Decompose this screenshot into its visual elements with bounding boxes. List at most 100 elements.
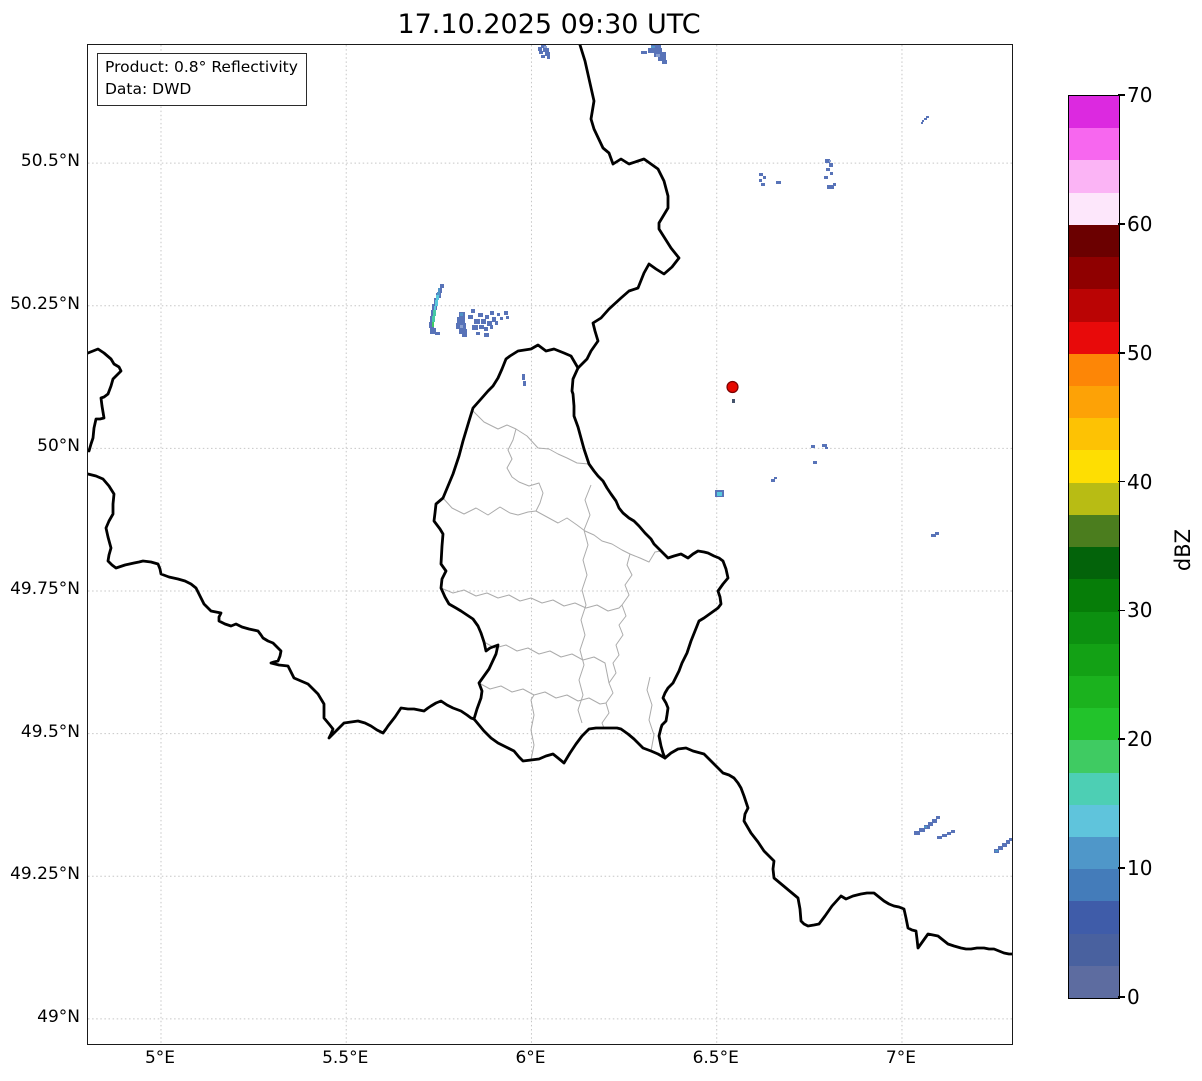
radar-echo-cell <box>937 836 942 839</box>
border-france-belgium-bulge <box>88 347 123 453</box>
radar-echo-cell <box>947 832 951 835</box>
radar-echo-cell <box>656 54 660 57</box>
y-tick-label: 50°N <box>37 436 80 457</box>
colorbar-segment <box>1069 933 1119 966</box>
colorbar-segment <box>1069 804 1119 838</box>
x-tick-label: 5.5°E <box>322 1048 369 1068</box>
echo-slate <box>429 45 1012 853</box>
radar-echo-cell <box>460 313 463 316</box>
colorbar-tick-mark <box>1118 996 1125 998</box>
radar-echo-cell <box>1009 838 1012 841</box>
radar-echo-cell <box>472 325 478 330</box>
radar-echo-cell <box>763 176 766 179</box>
radar-echo-cell <box>717 492 722 496</box>
radar-echo-cell <box>822 444 827 447</box>
colorbar-segment <box>1069 611 1119 644</box>
colorbar-segment <box>1069 385 1119 419</box>
y-tick-label: 49.25°N <box>10 864 80 885</box>
colorbar <box>1068 95 1120 999</box>
radar-echo-cell <box>544 46 547 48</box>
canton-borders <box>440 410 662 761</box>
radar-echo-cell <box>440 284 444 288</box>
radar-map-canvas <box>88 45 1012 1044</box>
map-plot-area: Product: 0.8° Reflectivity Data: DWD <box>87 44 1013 1045</box>
region-border <box>506 428 544 512</box>
region-border <box>442 497 537 516</box>
echo-lightslate <box>460 46 831 328</box>
radar-echo-cell <box>481 319 486 324</box>
colorbar-segment <box>1069 740 1119 773</box>
colorbar-tick-label: 70 <box>1127 83 1153 107</box>
radar-echo-cell <box>924 826 927 828</box>
colorbar-segment <box>1069 772 1119 805</box>
colorbar-segment <box>1069 643 1119 676</box>
radar-echo-cell <box>484 333 489 337</box>
radar-echo-cell <box>545 52 550 56</box>
radar-echo-cell <box>541 55 545 58</box>
figure-title: 17.10.2025 09:30 UTC <box>397 9 701 40</box>
radar-echo-cell <box>662 60 667 64</box>
radar-echo-cell <box>829 163 833 167</box>
radar-echo-cell <box>432 316 435 322</box>
radar-echo-cell <box>776 181 781 184</box>
radar-echo-cell <box>500 317 503 320</box>
radar-echo-cell <box>432 322 434 327</box>
radar-echo-cell <box>826 168 830 171</box>
y-tick-label: 49°N <box>37 1006 80 1027</box>
colorbar-segment <box>1069 96 1119 129</box>
radar-echo-cell <box>497 313 500 316</box>
data-source-line: Data: DWD <box>105 80 192 99</box>
radar-echo-cell <box>543 48 549 52</box>
radar-echo-cell <box>995 850 998 852</box>
radar-echo-cell <box>471 309 475 313</box>
radar-echo-cell <box>829 160 831 162</box>
radar-echo-cell <box>547 56 550 59</box>
echo-steel <box>437 46 998 852</box>
region-border <box>601 553 633 729</box>
colorbar-segment <box>1069 128 1119 161</box>
radar-echo-cell <box>506 316 509 319</box>
radar-echo-cell <box>833 183 836 186</box>
radar-site-dot <box>726 380 739 394</box>
radar-echo-cell <box>523 381 526 386</box>
colorbar-segment <box>1069 257 1119 290</box>
radar-echo-cell <box>771 479 775 482</box>
border-luxembourg-south <box>472 717 667 765</box>
radar-echo-cell <box>761 183 765 186</box>
radar-echo-cell <box>926 116 929 118</box>
colorbar-segment <box>1069 224 1119 258</box>
radar-echo-cell <box>435 300 438 306</box>
colorbar-tick-label: 50 <box>1127 340 1153 365</box>
colorbar-segment <box>1069 192 1119 225</box>
border-belgium-germany <box>576 45 681 370</box>
colorbar-segment <box>1069 547 1119 580</box>
radar-echo-cell <box>641 51 647 54</box>
colorbar-segment <box>1069 514 1119 548</box>
radar-echo-cell <box>504 311 508 315</box>
radar-echo-cell <box>921 122 923 124</box>
radar-echo-cell <box>935 532 939 535</box>
region-border <box>646 676 655 752</box>
radar-echo-cell <box>433 310 436 316</box>
colorbar-segment <box>1069 965 1119 999</box>
radar-echo-cell <box>932 819 937 823</box>
radar-echo-cell <box>485 315 489 319</box>
colorbar-tick-mark <box>1118 94 1125 96</box>
x-tick-label: 7°E <box>885 1048 916 1068</box>
radar-echoes <box>429 45 1012 853</box>
radar-echo-cell <box>436 295 439 300</box>
radar-echo-cell <box>951 830 955 833</box>
colorbar-tick-mark <box>1118 480 1125 483</box>
x-tick-label: 6.5°E <box>692 1048 739 1068</box>
radar-echo-cell <box>811 445 815 448</box>
radar-echo-cell <box>942 834 947 837</box>
echo-green <box>432 322 434 327</box>
border-luxembourg-west <box>432 343 580 721</box>
colorbar-segment <box>1069 901 1119 934</box>
border-france-belgium <box>88 472 476 740</box>
colorbar-segment <box>1069 579 1119 612</box>
colorbar-tick-mark <box>1118 738 1125 741</box>
radar-echo-cell <box>830 172 833 175</box>
radar-echo-cell <box>539 51 543 54</box>
region-border <box>535 510 662 563</box>
